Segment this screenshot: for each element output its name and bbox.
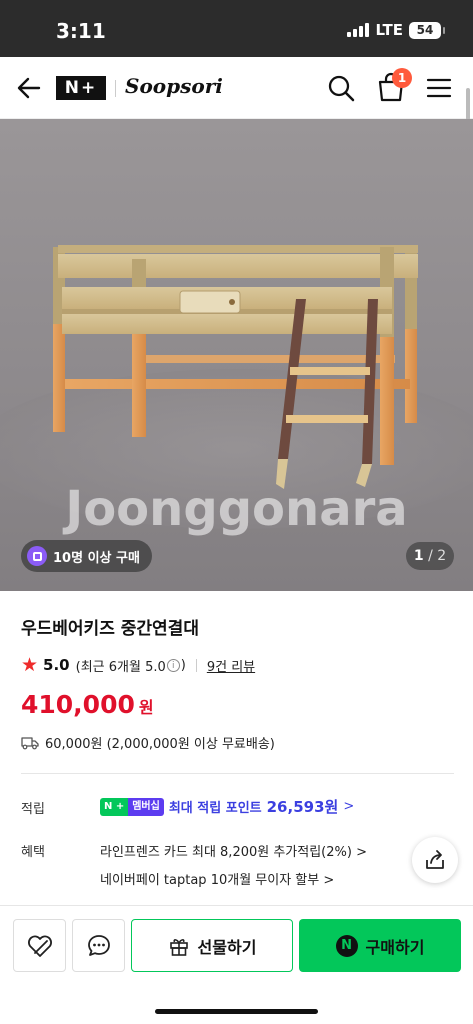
status-time: 3:11 [56, 19, 106, 43]
product-title: 우드베어키즈 중간연결대 [21, 619, 199, 639]
section-divider [21, 773, 454, 774]
signal-icon [347, 23, 370, 37]
watermark-text: Joonggonara [65, 481, 408, 537]
truck-icon [21, 736, 39, 749]
image-pager: 1 / 2 [406, 542, 454, 570]
membership-n-logo: N + [100, 797, 129, 816]
search-icon[interactable] [326, 73, 356, 103]
info-icon[interactable]: i [166, 658, 180, 672]
back-arrow-icon[interactable] [14, 73, 44, 103]
header-divider [115, 80, 116, 97]
battery-icon: 54 [409, 21, 445, 39]
price: 410,000 원 [21, 690, 154, 719]
price-amount: 410,000 [21, 690, 135, 719]
buy-button[interactable]: N 구매하기 [299, 919, 461, 972]
points-amount: 26,593원 [266, 798, 339, 816]
chat-bubble-icon [87, 934, 110, 956]
recent-rating-suffix: ) [180, 657, 186, 673]
benefit-installment-link[interactable]: 네이버페이 taptap 10개월 무이자 할부 > [100, 869, 334, 888]
status-bar: 3:11 LTE 54 [0, 0, 473, 57]
status-right: LTE 54 [347, 21, 445, 39]
share-button[interactable] [412, 837, 458, 883]
rating-score: 5.0 [43, 656, 70, 674]
rating-row: ★ 5.0 (최근 6개월 5.0 i ) 9건 리뷰 [21, 654, 255, 676]
shopping-bag-icon [27, 546, 47, 566]
benefit-card-link[interactable]: 라인프렌즈 카드 최대 8,200원 추가적립(2%) > [100, 841, 367, 860]
gift-button-label: 선물하기 [197, 937, 257, 957]
product-image[interactable]: Joonggonara 10명 이상 구매 1 / 2 [0, 119, 473, 591]
purchase-count-label: 10명 이상 구매 [53, 550, 140, 566]
shipping-text: 60,000원 (2,000,000원 이상 무료배송) [45, 737, 275, 752]
share-icon [426, 850, 444, 869]
points-row[interactable]: N + 멤버십 최대 적립 포인트 26,593원 > [100, 796, 354, 817]
purchase-count-badge: 10명 이상 구매 [21, 540, 152, 572]
pager-total: / 2 [428, 548, 447, 564]
star-icon: ★ [21, 654, 39, 676]
chat-button[interactable] [72, 919, 125, 972]
rating-divider [195, 658, 197, 672]
reviews-link[interactable]: 9건 리뷰 [207, 656, 255, 675]
buy-button-label: 구매하기 [365, 937, 425, 957]
cart-count-badge: 1 [392, 68, 412, 88]
recent-rating-prefix: (최근 6개월 5.0 [75, 659, 166, 675]
chevron-right-icon: > [343, 799, 355, 814]
network-label: LTE [375, 21, 403, 39]
points-label: 적립 [21, 802, 45, 817]
gift-button[interactable]: 선물하기 [131, 919, 293, 972]
naver-pay-icon: N [335, 934, 358, 957]
bottom-action-bar: 선물하기 N 구매하기 [0, 905, 473, 1024]
benefit-label: 혜택 [21, 845, 45, 860]
gift-icon [169, 938, 188, 956]
menu-icon[interactable] [424, 73, 454, 103]
home-indicator [155, 1009, 318, 1014]
pager-current: 1 [413, 548, 424, 564]
app-header: N+ Soopsori 1 [0, 57, 473, 119]
wishlist-button[interactable] [13, 919, 66, 972]
heart-icon [27, 935, 52, 957]
membership-tag: 멤버십 [128, 797, 164, 816]
naver-plus-logo[interactable]: N+ [56, 76, 106, 100]
membership-badge: N + 멤버십 [100, 797, 164, 816]
shipping-info: 60,000원 (2,000,000원 이상 무료배송) [21, 733, 275, 752]
price-currency: 원 [138, 698, 154, 717]
points-text: 최대 적립 포인트 [168, 801, 262, 816]
store-brand[interactable]: Soopsori [125, 74, 223, 98]
